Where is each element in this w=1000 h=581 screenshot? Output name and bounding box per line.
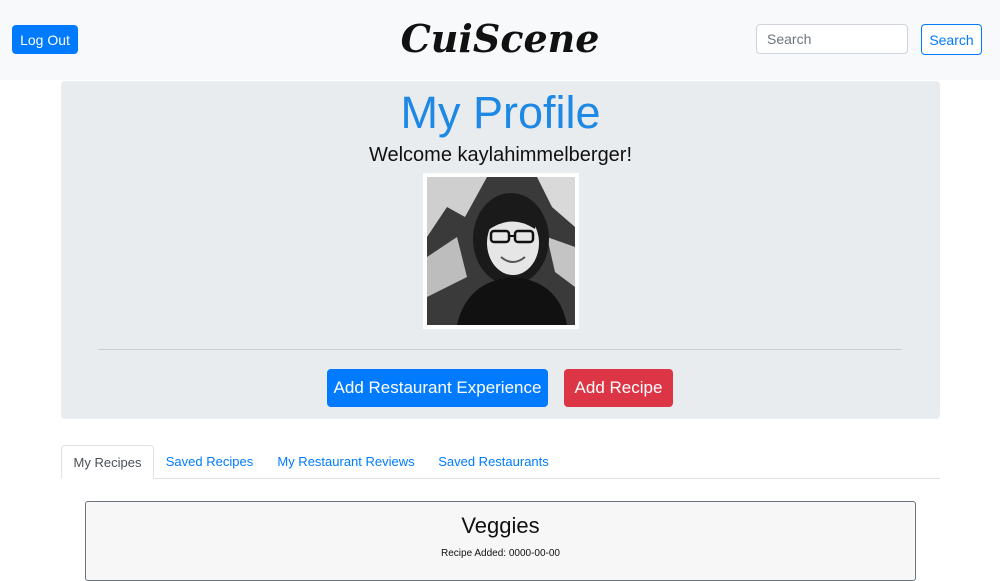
profile-avatar: [423, 173, 579, 329]
welcome-message: Welcome kaylahimmelberger!: [368, 144, 633, 166]
tab-my-recipes[interactable]: My Recipes: [61, 445, 154, 479]
tab-my-restaurant-reviews[interactable]: My Restaurant Reviews: [266, 445, 426, 478]
profile-tabs: My Recipes Saved Recipes My Restaurant R…: [61, 445, 940, 479]
tab-saved-recipes[interactable]: Saved Recipes: [154, 445, 265, 478]
add-restaurant-experience-button[interactable]: Add Restaurant Experience: [327, 369, 548, 407]
avatar-photo: [427, 177, 575, 325]
recipe-title: Veggies: [461, 513, 540, 538]
section-divider: [98, 349, 902, 350]
search-input[interactable]: [756, 24, 908, 54]
page-title: My Profile: [400, 87, 601, 138]
recipe-date: Recipe Added: 0000-00-00: [441, 548, 560, 559]
recipe-card[interactable]: Veggies Recipe Added: 0000-00-00: [85, 501, 916, 581]
navbar: Log Out CuiScene Search: [0, 0, 1000, 80]
add-recipe-button[interactable]: Add Recipe: [564, 369, 673, 407]
tab-saved-restaurants[interactable]: Saved Restaurants: [427, 445, 560, 478]
search-button[interactable]: Search: [921, 24, 982, 55]
profile-header: My Profile Welcome kaylahimmelberger! Ad…: [61, 81, 940, 419]
